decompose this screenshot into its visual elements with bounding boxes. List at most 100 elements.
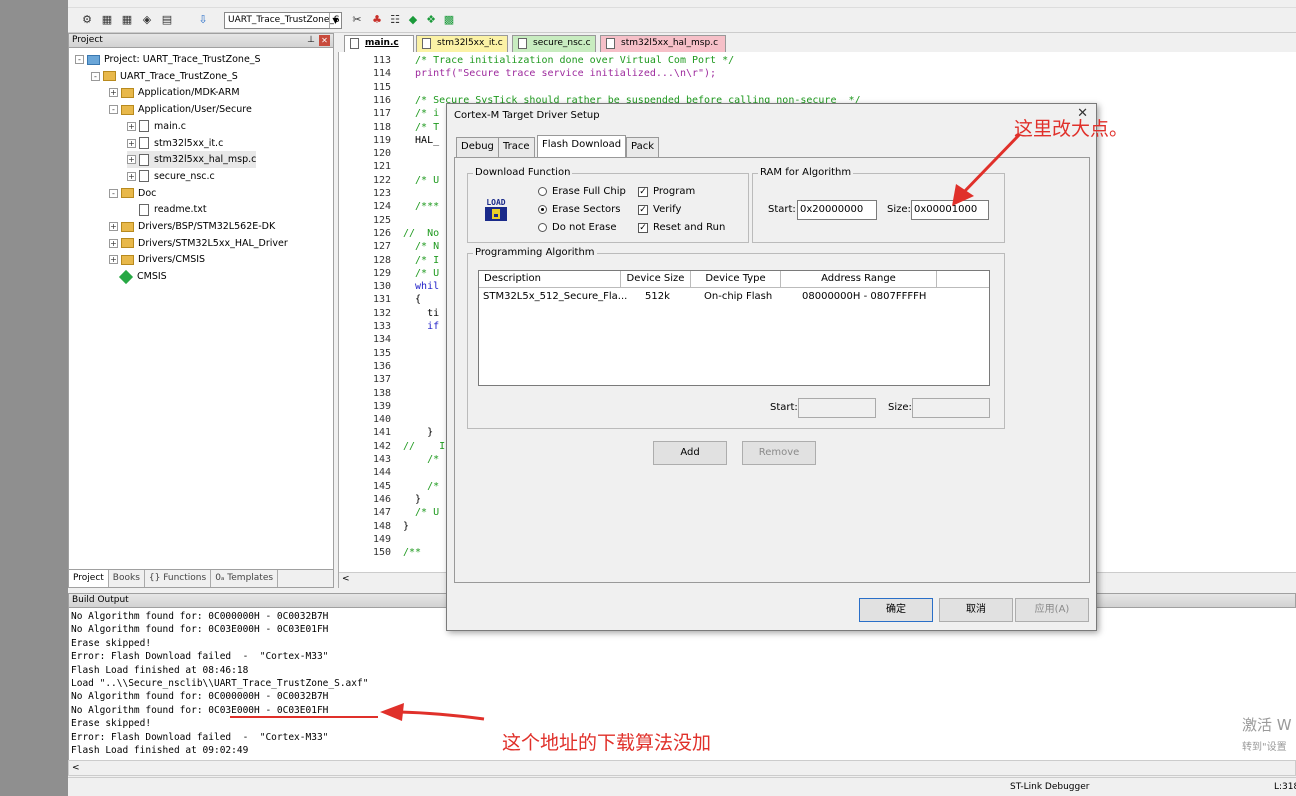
remove-button[interactable]: Remove: [742, 441, 816, 465]
tab-templates[interactable]: 0ₐ Templates: [211, 570, 279, 587]
verify-checkbox[interactable]: ✓ Verify: [638, 204, 681, 215]
column-description[interactable]: Description: [479, 271, 621, 288]
column-device-size[interactable]: Device Size: [621, 271, 691, 288]
batch-build-icon[interactable]: ◈: [140, 13, 154, 27]
code-line: /* i: [403, 108, 440, 120]
expand-icon[interactable]: +: [127, 138, 136, 148]
expand-icon[interactable]: +: [127, 171, 136, 181]
tree-item[interactable]: + Application/MDK-ARM: [109, 84, 240, 101]
algorithm-list[interactable]: Description Device Size Device Type Addr…: [478, 270, 990, 386]
reset-and-run-checkbox[interactable]: ✓ Reset and Run: [638, 222, 725, 233]
tab-stm32l5xx-hal-msp-c[interactable]: stm32l5xx_hal_msp.c: [600, 35, 726, 52]
do-not-erase-radio[interactable]: Do not Erase: [538, 222, 616, 233]
download-icon[interactable]: ⇩: [196, 13, 210, 27]
tree-item[interactable]: + Drivers/BSP/STM32L562E-DK: [109, 218, 275, 235]
tree-item[interactable]: + stm32l5xx_hal_msp.c: [127, 151, 257, 169]
tab-main-c[interactable]: main.c: [344, 35, 414, 52]
expand-icon[interactable]: +: [109, 222, 118, 231]
line-number: 146: [372, 493, 391, 505]
tab-trace[interactable]: Trace: [498, 137, 535, 157]
erase-full-chip-radio[interactable]: Erase Full Chip: [538, 186, 626, 197]
line-number: 123: [372, 188, 391, 199]
dialog-title: Cortex-M Target Driver Setup: [454, 110, 600, 121]
chevron-left-icon[interactable]: <: [339, 574, 350, 584]
code-line: /* U: [403, 174, 440, 186]
tab-flash-download[interactable]: Flash Download: [537, 135, 627, 158]
tree-item[interactable]: + secure_nsc.c: [127, 168, 215, 185]
ok-button[interactable]: 确定: [859, 598, 933, 622]
tree-item[interactable]: readme.txt: [127, 201, 207, 218]
pin-icon[interactable]: ⊥: [307, 34, 315, 47]
column-address-range[interactable]: Address Range: [781, 271, 937, 288]
folder-icon: [121, 188, 134, 199]
tab-pack[interactable]: Pack: [626, 137, 659, 157]
tree-item[interactable]: - UART_Trace_TrustZone_S: [91, 68, 238, 85]
tree-item[interactable]: + stm32l5xx_it.c: [127, 135, 223, 152]
code-line: }: [403, 427, 434, 439]
tree-item-label: main.c: [154, 120, 186, 132]
pack-installer-icon[interactable]: ◆: [406, 13, 420, 27]
collapse-icon[interactable]: -: [91, 71, 100, 81]
apply-button[interactable]: 应用(A): [1015, 598, 1089, 622]
status-debugger: ST-Link Debugger: [1010, 782, 1090, 792]
tree-item[interactable]: - Project: UART_Trace_TrustZone_S: [75, 51, 261, 68]
build-icon[interactable]: ▦: [100, 13, 114, 27]
stop-build-icon[interactable]: ▤: [160, 13, 174, 27]
run-time-environment-icon[interactable]: ▩: [442, 13, 456, 27]
line-number: 131: [372, 294, 391, 306]
rebuild-icon[interactable]: ▦: [120, 13, 134, 27]
tree-item[interactable]: + Drivers/CMSIS: [109, 251, 205, 268]
expand-icon[interactable]: +: [109, 88, 118, 98]
column-device-type[interactable]: Device Type: [691, 271, 781, 288]
target-options-icon[interactable]: ✂: [350, 13, 364, 27]
collapse-icon[interactable]: -: [109, 188, 118, 198]
chevron-left-icon[interactable]: <: [72, 763, 80, 773]
tab-project[interactable]: Project: [69, 570, 109, 587]
manage-components-icon[interactable]: ♣: [370, 13, 384, 27]
expand-icon[interactable]: +: [109, 255, 118, 265]
tab-stm32l5xx-it-c[interactable]: stm32l5xx_it.c: [416, 35, 508, 52]
target-select[interactable]: UART_Trace_TrustZone_S ▼: [224, 12, 342, 29]
build-output-line: No Algorithm found for: 0C03E000H - 0C03…: [71, 624, 329, 636]
tree-item[interactable]: - Application/User/Secure: [109, 101, 252, 118]
tree-item[interactable]: + main.c: [127, 118, 186, 135]
line-number: 127: [372, 241, 391, 253]
tree-item[interactable]: CMSIS: [109, 268, 167, 285]
add-button[interactable]: Add: [653, 441, 727, 465]
build-output-line: Flash Load finished at 08:46:18: [71, 664, 249, 676]
expand-icon[interactable]: +: [127, 155, 136, 165]
build-horizontal-scrollbar[interactable]: <: [68, 760, 1296, 776]
annotation-underline: [230, 716, 378, 718]
erase-sectors-radio[interactable]: Erase Sectors: [538, 204, 620, 215]
radio-icon: [538, 223, 547, 232]
code-line: }: [403, 520, 410, 532]
cancel-button[interactable]: 取消: [939, 598, 1013, 622]
file-extensions-icon[interactable]: ☷: [388, 13, 402, 27]
code-line: HAL_: [403, 134, 440, 146]
tree-item-label: Application/User/Secure: [138, 104, 252, 116]
collapse-icon[interactable]: -: [75, 55, 84, 64]
tab-secure-nsc-c[interactable]: secure_nsc.c: [512, 35, 596, 52]
tab-debug[interactable]: Debug: [456, 137, 499, 157]
load-icon-label: LOAD: [486, 198, 505, 207]
line-number: 120: [372, 148, 391, 160]
close-icon[interactable]: ✕: [319, 35, 330, 46]
line-number: 129: [372, 267, 391, 279]
tree-item-label: Drivers/STM32L5xx_HAL_Driver: [138, 237, 288, 249]
expand-icon[interactable]: +: [127, 121, 136, 131]
tree-item[interactable]: - Doc: [109, 185, 156, 202]
annotation-arrow-bottom: [380, 703, 485, 721]
ram-start-input[interactable]: 0x20000000: [797, 200, 877, 220]
collapse-icon[interactable]: -: [109, 105, 118, 115]
translate-icon[interactable]: ⚙: [80, 13, 94, 27]
select-software-packs-icon[interactable]: ❖: [424, 13, 438, 27]
folder-icon: [103, 71, 116, 82]
expand-icon[interactable]: +: [109, 238, 118, 248]
tab-books[interactable]: Books: [109, 570, 145, 587]
tab-functions[interactable]: {} Functions: [145, 570, 212, 587]
tree-item[interactable]: + Drivers/STM32L5xx_HAL_Driver: [109, 235, 288, 252]
program-checkbox[interactable]: ✓ Program: [638, 186, 695, 197]
file-icon: [139, 203, 149, 216]
